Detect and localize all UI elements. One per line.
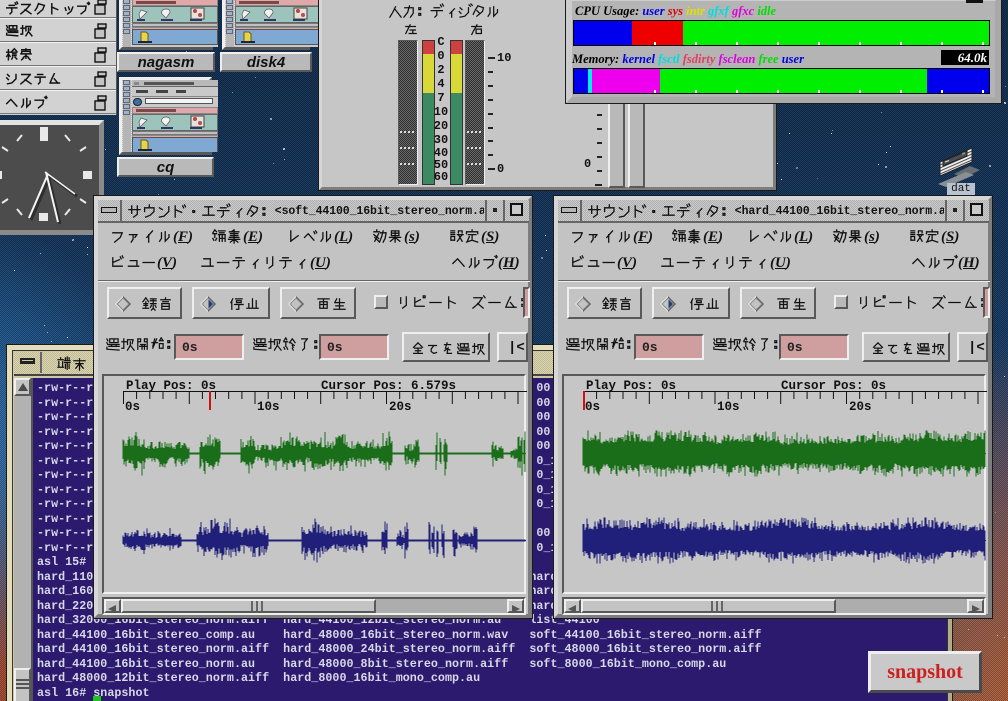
svg-text:10s: 10s (717, 400, 740, 414)
svg-text:20s: 20s (849, 400, 872, 414)
svg-text:0s: 0s (125, 400, 140, 414)
svg-text:0s: 0s (585, 400, 600, 414)
svg-text:10s: 10s (257, 400, 280, 414)
svg-text:20s: 20s (389, 400, 412, 414)
